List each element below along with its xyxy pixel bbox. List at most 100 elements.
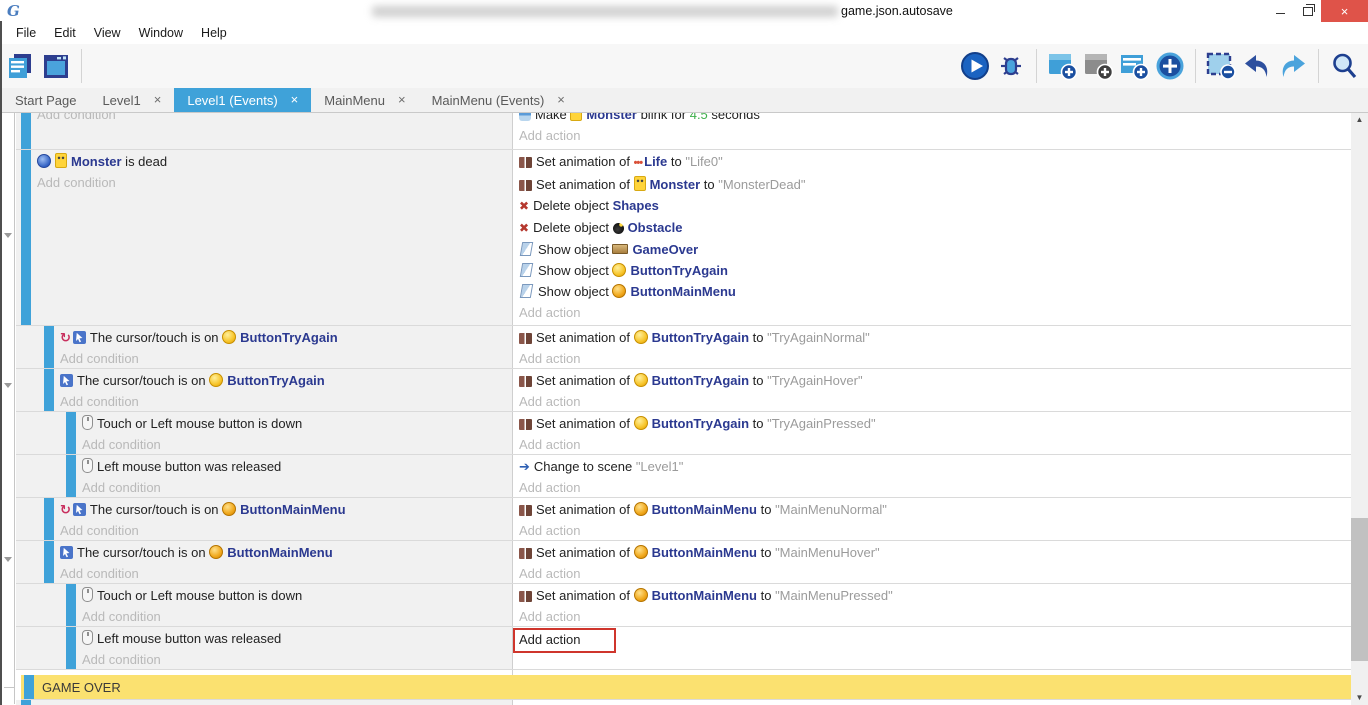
event-indent-bar[interactable] [24,675,34,699]
add-condition-button[interactable]: Add condition [60,348,512,368]
scroll-down-icon[interactable]: ▼ [1351,690,1368,705]
search-button[interactable] [1326,47,1362,85]
action-instruction[interactable]: Set animation of •••Life to "Life0" [519,151,1351,174]
add-action-button[interactable]: Add action [519,563,1351,584]
event-indent-bar[interactable] [21,150,31,325]
condition-instruction[interactable]: Monster is dead [37,151,512,172]
condition-instruction[interactable]: ↻The cursor/touch is on ButtonMainMenu [60,499,512,520]
add-condition-button[interactable]: Add condition [82,477,512,497]
add-condition-button[interactable]: Add condition [60,563,512,583]
add-event-icon [1045,50,1079,82]
add-item-button[interactable] [1152,47,1188,85]
tab-close-icon[interactable]: × [291,88,299,112]
event-indent-bar[interactable] [44,498,54,540]
add-condition-button[interactable]: Add condition [82,606,512,626]
add-action-button[interactable]: Add action [519,348,1351,369]
event-indent-bar[interactable] [21,112,31,149]
action-instruction[interactable]: ✖Delete object Obstacle [519,217,1351,239]
remove-event-button[interactable] [1203,47,1239,85]
condition-instruction[interactable]: ↻The cursor/touch is on ButtonTryAgain [60,327,512,348]
action-instruction[interactable]: Show object ButtonTryAgain [519,260,1351,281]
debugger-button[interactable] [993,47,1029,85]
tab-close-icon[interactable]: × [398,88,406,112]
condition-instruction[interactable]: Left mouse button was released [82,456,512,477]
tab-start-page[interactable]: Start Page [2,88,89,112]
parameter-value: "MainMenuHover" [775,545,880,560]
condition-instruction[interactable]: Touch or Left mouse button is down [82,585,512,606]
tab-level1-events[interactable]: Level1 (Events)× [174,88,311,112]
add-condition-button[interactable]: Add condition [60,391,512,411]
menu-item-file[interactable]: File [7,22,45,44]
action-instruction[interactable]: Set animation of ButtonMainMenu to "Main… [519,542,1351,563]
project-manager-button[interactable] [2,47,38,85]
event-indent-bar[interactable] [66,412,76,454]
collapse-arrow-icon[interactable] [4,557,12,562]
action-instruction[interactable]: Make Monster blink for 4.5 seconds [519,112,1351,125]
action-instruction[interactable]: Set animation of ButtonTryAgain to "TryA… [519,327,1351,348]
tab-close-icon[interactable]: × [557,88,565,112]
event-indent-bar[interactable] [66,455,76,497]
condition-instruction[interactable]: The cursor/touch is on ButtonTryAgain [60,370,512,391]
tab-mainmenu[interactable]: MainMenu× [311,88,418,112]
add-condition-button[interactable]: Add condition [37,112,512,125]
add-condition-button[interactable]: Add condition [82,434,512,454]
tab-level1[interactable]: Level1× [89,88,174,112]
event-indent-bar[interactable] [21,700,31,705]
vertical-scrollbar[interactable]: ▲ ▼ [1351,112,1368,705]
action-instruction[interactable]: ➔Change to scene "Level1" [519,456,1351,477]
condition-instruction[interactable]: Touch or Left mouse button is down [82,413,512,434]
actions-cell: Set animation of ButtonMainMenu to "Main… [513,584,1351,626]
add-action-button[interactable]: Add action [519,628,1351,653]
add-event-button[interactable] [1044,47,1080,85]
condition-instruction[interactable]: The cursor/touch is on ButtonMainMenu [60,542,512,563]
maximize-button[interactable] [1294,0,1321,22]
add-condition-button[interactable]: Add condition [82,649,512,669]
tab-mainmenu-events[interactable]: MainMenu (Events)× [419,88,578,112]
action-instruction[interactable]: Show object ButtonMainMenu [519,281,1351,302]
action-instruction[interactable]: Set animation of ButtonMainMenu to "Main… [519,585,1351,606]
event-indent-bar[interactable] [44,541,54,583]
add-action-button[interactable]: Add action [519,302,1351,323]
add-action-button[interactable]: Add action [519,520,1351,541]
add-action-button[interactable]: Add action [519,477,1351,498]
menu-item-window[interactable]: Window [130,22,192,44]
add-action-button[interactable]: Add action [519,125,1351,146]
collapse-arrow-icon[interactable] [4,383,12,388]
event-indent-bar[interactable] [66,627,76,669]
condition-instruction[interactable]: Left mouse button was released [82,628,512,649]
redo-button[interactable] [1275,47,1311,85]
add-action-highlight-box[interactable]: Add action [513,628,616,653]
menu-item-view[interactable]: View [85,22,130,44]
add-comment-button[interactable] [1116,47,1152,85]
add-action-button[interactable]: Add action [519,391,1351,412]
minimize-button[interactable] [1267,0,1294,22]
tab-close-icon[interactable]: × [154,88,162,112]
gdevelop-window: G game.json.autosave × FileEditViewWindo… [0,0,1368,705]
event-indent-bar[interactable] [66,584,76,626]
set-animation-icon [519,333,532,344]
app-logo-icon: G [7,1,20,21]
action-instruction[interactable]: Set animation of ButtonTryAgain to "TryA… [519,370,1351,391]
event-indent-bar[interactable] [44,369,54,411]
scrollbar-thumb[interactable] [1351,518,1368,661]
comment-row[interactable]: GAME OVER [21,675,1351,700]
add-subevent-button[interactable] [1080,47,1116,85]
add-action-button[interactable]: Add action [519,434,1351,455]
action-instruction[interactable]: ✖Delete object Shapes [519,195,1351,217]
action-instruction[interactable]: Set animation of ButtonMainMenu to "Main… [519,499,1351,520]
action-instruction[interactable]: Show object GameOver [519,239,1351,260]
add-action-button[interactable]: Add action [519,606,1351,627]
close-button[interactable]: × [1321,0,1368,22]
menu-item-edit[interactable]: Edit [45,22,85,44]
action-instruction[interactable]: Set animation of ButtonTryAgain to "TryA… [519,413,1351,434]
scene-editor-button[interactable] [38,47,74,85]
preview-play-button[interactable] [957,47,993,85]
collapse-arrow-icon[interactable] [4,233,12,238]
menu-item-help[interactable]: Help [192,22,236,44]
event-indent-bar[interactable] [44,326,54,368]
add-condition-button[interactable]: Add condition [60,520,512,540]
undo-button[interactable] [1239,47,1275,85]
scroll-up-icon[interactable]: ▲ [1351,112,1368,127]
add-condition-button[interactable]: Add condition [37,172,512,193]
action-instruction[interactable]: Set animation of Monster to "MonsterDead… [519,174,1351,195]
